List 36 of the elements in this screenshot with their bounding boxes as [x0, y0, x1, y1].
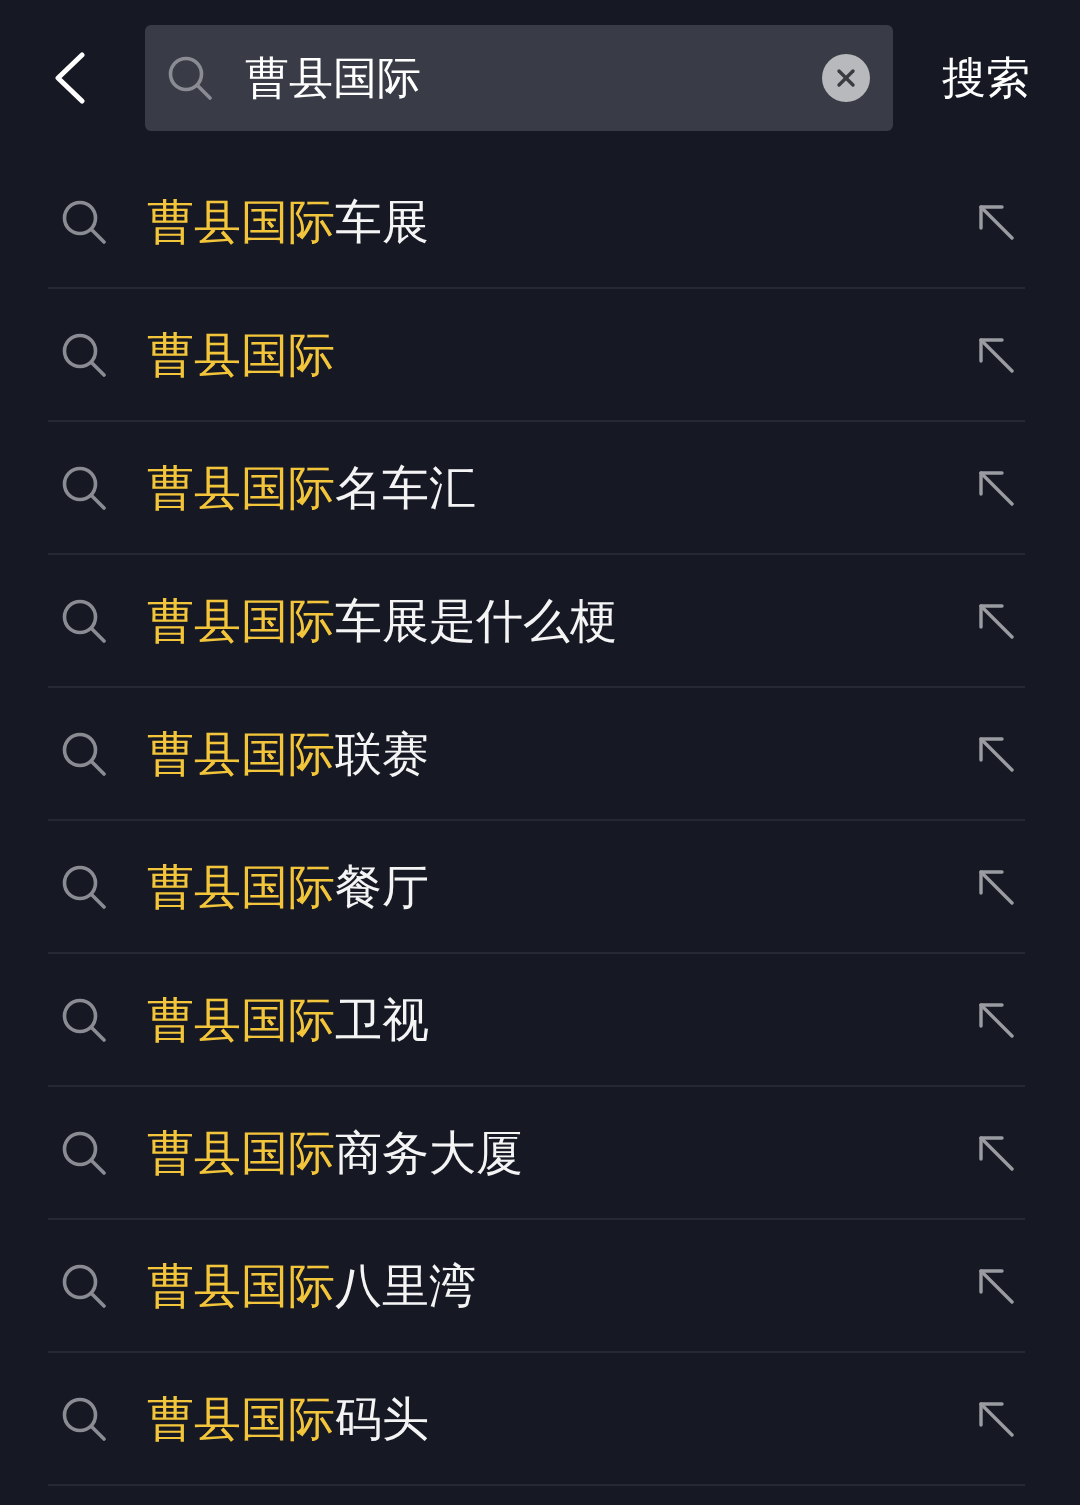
suggestion-text[interactable]: 曹县国际码头	[147, 1388, 429, 1449]
search-icon	[62, 1130, 106, 1175]
search-icon	[62, 332, 106, 377]
search-icon	[62, 465, 106, 510]
back-icon[interactable]	[54, 52, 86, 104]
up-left-arrow-icon[interactable]	[978, 868, 1014, 905]
search-icon	[62, 199, 106, 244]
up-left-arrow-icon[interactable]	[978, 469, 1014, 506]
suggestion-text[interactable]: 曹县国际	[147, 324, 335, 385]
up-left-arrow-icon[interactable]	[978, 1134, 1014, 1171]
up-left-arrow-icon[interactable]	[978, 1267, 1014, 1304]
up-left-arrow-icon[interactable]	[978, 602, 1014, 639]
suggestion-text[interactable]: 曹县国际八里湾	[147, 1255, 476, 1316]
search-icon	[62, 1263, 106, 1308]
search-icon	[62, 864, 106, 909]
up-left-arrow-icon[interactable]	[978, 1400, 1014, 1437]
suggestion-text[interactable]: 曹县国际卫视	[147, 989, 429, 1050]
suggestion-text[interactable]: 曹县国际车展是什么梗	[147, 590, 617, 651]
search-icon	[62, 997, 106, 1042]
search-input[interactable]: 曹县国际	[245, 48, 802, 108]
suggestion-text[interactable]: 曹县国际商务大厦	[147, 1122, 523, 1183]
up-left-arrow-icon[interactable]	[978, 336, 1014, 373]
search-icon	[168, 56, 212, 100]
up-left-arrow-icon[interactable]	[978, 735, 1014, 772]
search-icon	[62, 1396, 106, 1441]
search-field[interactable]: 曹县国际	[145, 25, 893, 131]
suggestion-text[interactable]: 曹县国际车展	[147, 191, 429, 252]
search-icon	[62, 731, 106, 776]
up-left-arrow-icon[interactable]	[978, 203, 1014, 240]
suggestion-text[interactable]: 曹县国际名车汇	[147, 457, 476, 518]
clear-button[interactable]	[822, 54, 870, 102]
search-icon	[62, 598, 106, 643]
suggestion-text[interactable]: 曹县国际餐厅	[147, 856, 429, 917]
up-left-arrow-icon[interactable]	[978, 1001, 1014, 1038]
suggestion-text[interactable]: 曹县国际联赛	[147, 723, 429, 784]
search-button[interactable]: 搜索	[942, 48, 1030, 108]
